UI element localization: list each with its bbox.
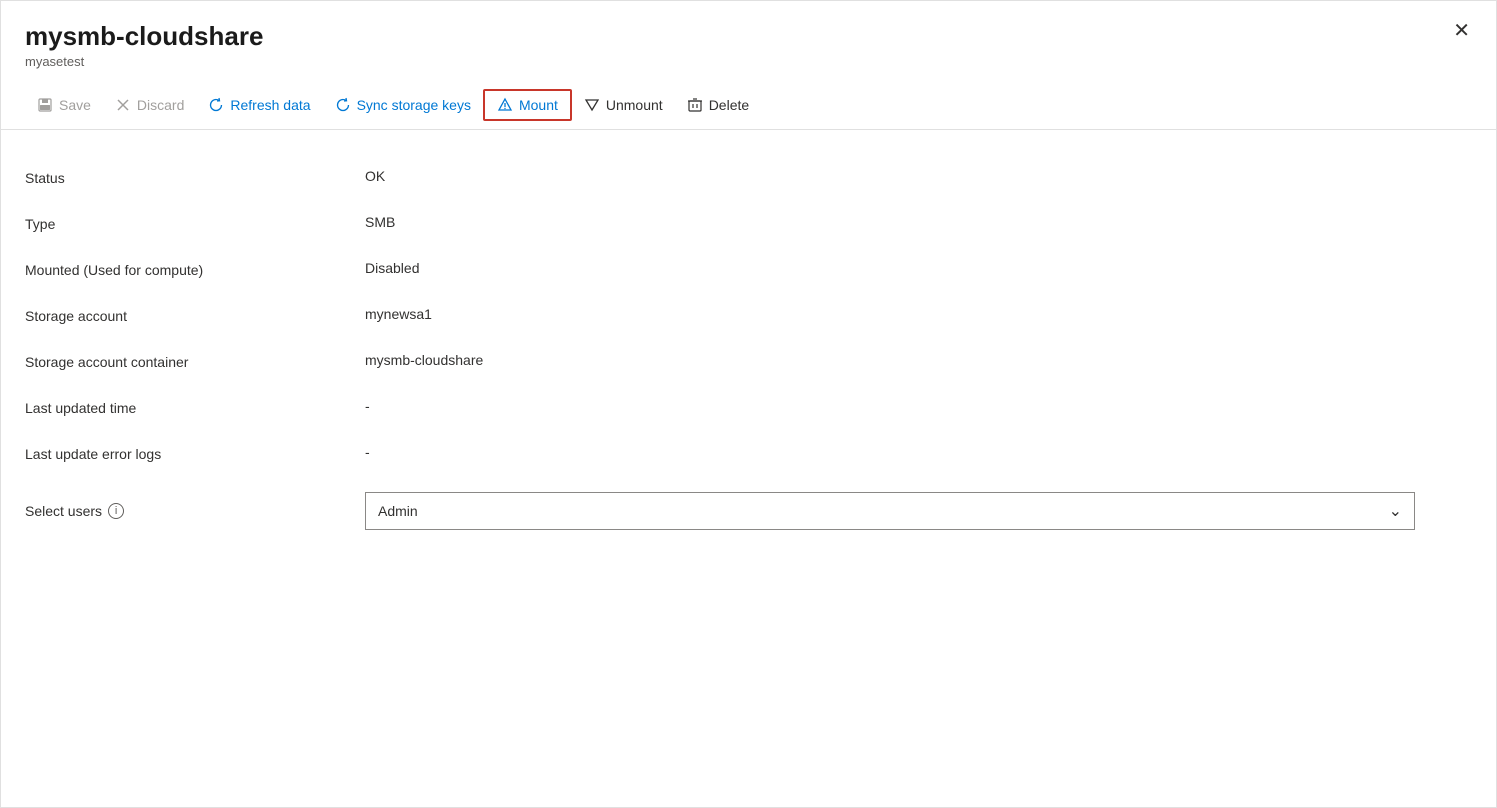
refresh-label: Refresh data xyxy=(230,97,310,113)
field-label-error-logs: Last update error logs xyxy=(25,444,365,462)
field-label-last-updated: Last updated time xyxy=(25,398,365,416)
field-value-storage-account: mynewsa1 xyxy=(365,306,1472,322)
field-row-storage-account: Storage account mynewsa1 xyxy=(25,292,1472,338)
sync-icon xyxy=(335,97,351,113)
field-label-type: Type xyxy=(25,214,365,232)
sync-button[interactable]: Sync storage keys xyxy=(323,89,483,121)
refresh-button[interactable]: Refresh data xyxy=(196,89,322,121)
mount-label: Mount xyxy=(519,97,558,113)
save-label: Save xyxy=(59,97,91,113)
chevron-down-icon: ⌄ xyxy=(1389,501,1402,521)
field-value-last-updated: - xyxy=(365,398,1472,414)
mount-icon xyxy=(497,97,513,113)
discard-label: Discard xyxy=(137,97,184,113)
save-button[interactable]: Save xyxy=(25,89,103,121)
field-value-error-logs: - xyxy=(365,444,1472,460)
select-users-value: Admin xyxy=(378,503,1389,519)
field-value-storage-container: mysmb-cloudshare xyxy=(365,352,1472,368)
mount-button[interactable]: Mount xyxy=(483,89,572,121)
save-icon xyxy=(37,97,53,113)
field-label-status: Status xyxy=(25,168,365,186)
field-row-last-updated: Last updated time - xyxy=(25,384,1472,430)
info-icon[interactable]: i xyxy=(108,503,124,519)
close-button[interactable]: ✕ xyxy=(1447,17,1476,45)
toolbar: Save Discard Refresh data xyxy=(1,81,1496,130)
field-value-mounted: Disabled xyxy=(365,260,1472,276)
select-users-dropdown[interactable]: Admin ⌄ xyxy=(365,492,1415,530)
close-icon: ✕ xyxy=(1453,20,1470,42)
panel-header: mysmb-cloudshare myasetest xyxy=(1,1,1496,69)
field-row-type: Type SMB xyxy=(25,200,1472,246)
content-area: Status OK Type SMB Mounted (Used for com… xyxy=(1,130,1496,570)
field-row-storage-container: Storage account container mysmb-cloudsha… xyxy=(25,338,1472,384)
unmount-icon xyxy=(584,97,600,113)
delete-button[interactable]: Delete xyxy=(675,89,761,121)
unmount-button[interactable]: Unmount xyxy=(572,89,675,121)
discard-icon xyxy=(115,97,131,113)
panel: mysmb-cloudshare myasetest ✕ Save xyxy=(0,0,1497,808)
page-subtitle: myasetest xyxy=(25,54,1472,69)
field-label-mounted: Mounted (Used for compute) xyxy=(25,260,365,278)
field-value-status: OK xyxy=(365,168,1472,184)
field-label-storage-container: Storage account container xyxy=(25,352,365,370)
field-value-type: SMB xyxy=(365,214,1472,230)
delete-label: Delete xyxy=(709,97,749,113)
field-row-mounted: Mounted (Used for compute) Disabled xyxy=(25,246,1472,292)
unmount-label: Unmount xyxy=(606,97,663,113)
field-label-storage-account: Storage account xyxy=(25,306,365,324)
discard-button[interactable]: Discard xyxy=(103,89,196,121)
page-title: mysmb-cloudshare xyxy=(25,21,1472,52)
sync-label: Sync storage keys xyxy=(357,97,471,113)
delete-icon xyxy=(687,97,703,113)
field-row-error-logs: Last update error logs - xyxy=(25,430,1472,476)
select-users-label-text: Select users xyxy=(25,503,102,519)
select-users-row: Select users i Admin ⌄ xyxy=(25,476,1472,546)
refresh-icon xyxy=(208,97,224,113)
select-users-label-container: Select users i xyxy=(25,503,365,519)
field-row-status: Status OK xyxy=(25,154,1472,200)
